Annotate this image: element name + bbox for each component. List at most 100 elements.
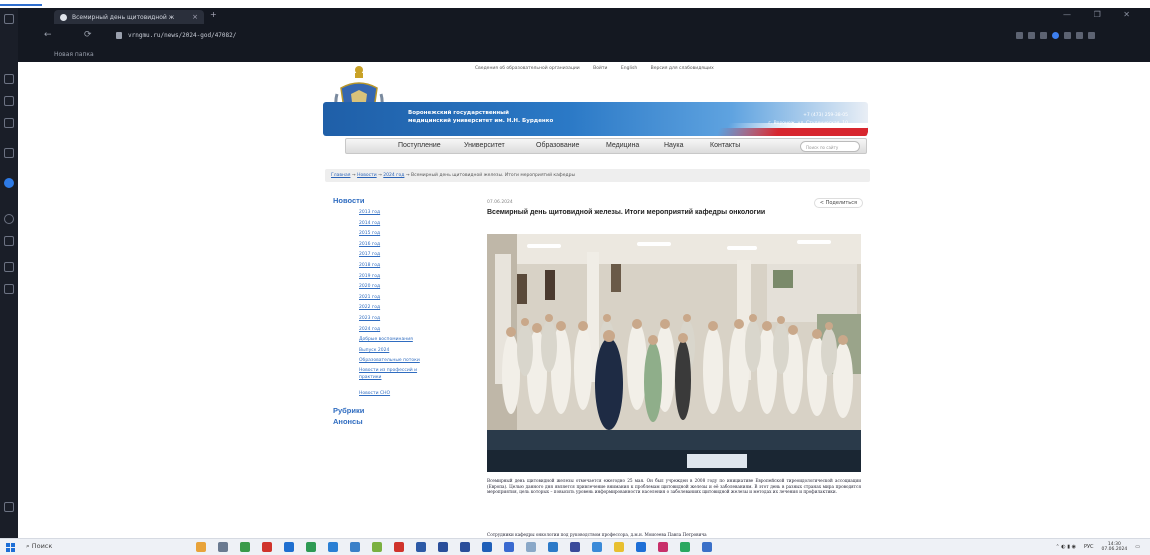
extension-icons bbox=[1016, 32, 1095, 40]
window-controls[interactable]: — ❐ ✕ bbox=[1063, 10, 1140, 19]
settings-icon[interactable] bbox=[4, 214, 14, 224]
app-icon[interactable] bbox=[504, 542, 514, 552]
windows-start-icon[interactable] bbox=[6, 543, 15, 552]
browser-tab[interactable]: Всемирный день щитовидной ж × bbox=[54, 10, 204, 24]
app-icon[interactable] bbox=[394, 542, 404, 552]
nav-contacts[interactable]: Контакты bbox=[710, 142, 740, 149]
nav-science[interactable]: Наука bbox=[664, 142, 683, 149]
nav-medicine[interactable]: Медицина bbox=[606, 142, 639, 149]
menu-announcements[interactable]: Анонсы bbox=[333, 417, 463, 426]
home-icon[interactable] bbox=[4, 74, 14, 84]
app-icon[interactable] bbox=[460, 542, 470, 552]
menu-news-heading[interactable]: Новости bbox=[333, 196, 463, 205]
menu-year-2022[interactable]: 2022 год bbox=[359, 303, 463, 314]
app-icon[interactable] bbox=[592, 542, 602, 552]
app-icon[interactable] bbox=[680, 542, 690, 552]
top-link[interactable] bbox=[0, 0, 42, 6]
menu-year-2016[interactable]: 2016 год bbox=[359, 240, 463, 251]
university-name[interactable]: Воронежский государственный медицинский … bbox=[408, 109, 608, 125]
menu-year-2024[interactable]: 2024 год bbox=[359, 325, 463, 336]
close-tab-icon[interactable]: × bbox=[192, 13, 198, 21]
menu-year-2014[interactable]: 2014 год bbox=[359, 219, 463, 230]
sidebar-menu-icon[interactable] bbox=[4, 502, 14, 512]
extension-icon[interactable] bbox=[1040, 32, 1047, 39]
widgets-icon[interactable] bbox=[196, 542, 206, 552]
sidebar-logo-icon[interactable] bbox=[4, 14, 14, 24]
app-icon[interactable] bbox=[482, 542, 492, 552]
article-group-photo[interactable] bbox=[487, 234, 861, 472]
nav-admission[interactable]: Поступление bbox=[398, 142, 441, 149]
app-icon[interactable] bbox=[372, 542, 382, 552]
tabs-icon[interactable] bbox=[4, 96, 14, 106]
app-icon[interactable] bbox=[416, 542, 426, 552]
tray-icons[interactable]: ⌃ ◐ ▮ ◉ bbox=[1056, 544, 1076, 550]
menu-extra-practice[interactable]: Новости из профессий и практики bbox=[359, 367, 429, 387]
add-panel-icon[interactable] bbox=[4, 284, 14, 294]
menu-year-2019[interactable]: 2019 год bbox=[359, 272, 463, 283]
share-button[interactable]: < Поделиться bbox=[813, 198, 863, 208]
app-icon[interactable] bbox=[614, 542, 624, 552]
menu-extra-graduation[interactable]: Выпуск 2024 bbox=[359, 346, 463, 357]
nav-university[interactable]: Университет bbox=[464, 142, 505, 149]
arrow-up-icon[interactable] bbox=[4, 148, 14, 158]
address-bar[interactable]: vrngmu.ru/news/2024-god/47082/ bbox=[114, 29, 994, 43]
header-phone[interactable]: +7 (473) 259-38-05 bbox=[768, 112, 848, 120]
new-tab-button[interactable]: + bbox=[210, 10, 217, 19]
menu-extra-memories[interactable]: Добрые воспоминания bbox=[359, 335, 463, 346]
app-icon[interactable] bbox=[306, 542, 316, 552]
screen: Всемирный день щитовидной ж × + — ❐ ✕ ← … bbox=[0, 0, 1150, 555]
refresh-button[interactable]: ⟳ bbox=[84, 30, 92, 40]
notifications-icon[interactable]: ▭ bbox=[1135, 544, 1140, 550]
menu-rubrics[interactable]: Рубрики bbox=[333, 406, 463, 415]
taskbar-search[interactable]: ⌕ Поиск bbox=[26, 542, 52, 551]
menu-extra-sno[interactable]: Новости СНО bbox=[359, 389, 463, 400]
tray-language[interactable]: РУС bbox=[1084, 544, 1094, 550]
app-icon[interactable] bbox=[438, 542, 448, 552]
menu-year-2020[interactable]: 2020 год bbox=[359, 282, 463, 293]
site-search-input[interactable]: Поиск по сайту bbox=[800, 141, 860, 152]
top-link-info[interactable]: Сведения об образовательной организации bbox=[475, 66, 580, 71]
app-icon[interactable] bbox=[658, 542, 668, 552]
bookmark-folder[interactable]: Новая папка bbox=[54, 51, 94, 58]
extension-icon[interactable] bbox=[1028, 32, 1035, 39]
app-icon[interactable] bbox=[702, 542, 712, 552]
history-icon[interactable] bbox=[4, 236, 14, 246]
downloads-icon[interactable] bbox=[4, 262, 14, 272]
top-link-login[interactable]: Войти bbox=[593, 66, 607, 71]
profile-icon[interactable] bbox=[1052, 32, 1059, 39]
nav-education[interactable]: Образование bbox=[536, 142, 579, 149]
extension-icon[interactable] bbox=[1016, 32, 1023, 39]
app-icon[interactable] bbox=[350, 542, 360, 552]
menu-year-2017[interactable]: 2017 год bbox=[359, 250, 463, 261]
breadcrumb-news[interactable]: Новости bbox=[357, 173, 377, 178]
menu-year-2018[interactable]: 2018 год bbox=[359, 261, 463, 272]
menu-year-2023[interactable]: 2023 год bbox=[359, 314, 463, 325]
task-view-icon[interactable] bbox=[218, 542, 228, 552]
app-icon[interactable] bbox=[570, 542, 580, 552]
extension-icon[interactable] bbox=[1076, 32, 1083, 39]
breadcrumb-home[interactable]: Главная bbox=[331, 173, 350, 178]
menu-icon[interactable] bbox=[1088, 32, 1095, 39]
menu-extra-streams[interactable]: Образовательные потоки bbox=[359, 356, 463, 367]
breadcrumb-year[interactable]: 2024 год bbox=[383, 173, 404, 178]
menu-year-2021[interactable]: 2021 год bbox=[359, 293, 463, 304]
extension-icon[interactable] bbox=[1064, 32, 1071, 39]
app-icon[interactable] bbox=[526, 542, 536, 552]
chrome-icon[interactable] bbox=[240, 542, 250, 552]
app-icon[interactable] bbox=[548, 542, 558, 552]
top-link-english[interactable]: English bbox=[621, 66, 637, 71]
app-icon[interactable] bbox=[636, 542, 646, 552]
top-link-strip bbox=[0, 0, 1150, 8]
menu-year-2015[interactable]: 2015 год bbox=[359, 229, 463, 240]
clock[interactable]: 14:30 07.06.2024 bbox=[1102, 542, 1128, 552]
bookmarks-bar: Новая папка bbox=[36, 48, 1150, 62]
bookmarks-icon[interactable] bbox=[4, 118, 14, 128]
app-icon[interactable] bbox=[328, 542, 338, 552]
messenger-icon[interactable] bbox=[4, 178, 14, 188]
back-button[interactable]: ← bbox=[44, 30, 52, 40]
menu-year-2013[interactable]: 2013 год bbox=[359, 208, 463, 219]
top-link-accessibility[interactable]: Версия для слабовидящих bbox=[651, 66, 714, 71]
app-icon[interactable] bbox=[284, 542, 294, 552]
news-article: 07.06.2024 < Поделиться Всемирный день щ… bbox=[487, 198, 863, 537]
app-icon[interactable] bbox=[262, 542, 272, 552]
